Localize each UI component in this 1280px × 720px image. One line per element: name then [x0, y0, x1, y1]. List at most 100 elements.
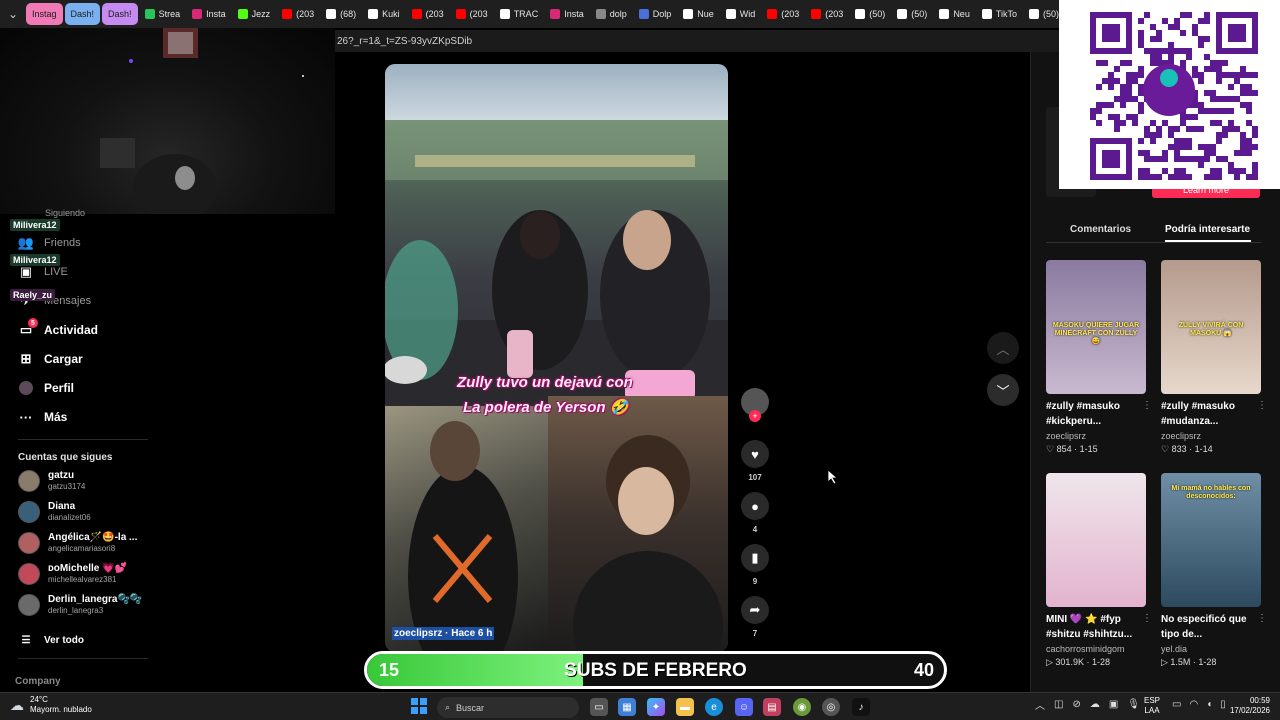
qr-module: [1096, 84, 1102, 90]
suggested-video-card[interactable]: ZULLY VIVIRÁ CON MASOKU 😱 #zully #masuko …: [1161, 260, 1267, 455]
suggested-video-card[interactable]: Mi mamá no hables con desconocidos: No es…: [1161, 473, 1267, 668]
browser-tab[interactable]: Neu: [934, 3, 975, 25]
clock[interactable]: 00:59 17/02/2026: [1224, 696, 1270, 716]
task-view-icon[interactable]: ▭: [590, 698, 608, 716]
share-button[interactable]: ➦ 7: [738, 596, 772, 638]
suggested-video-card[interactable]: MINI 💜 ⭐ #fyp #shitzu #shihtzu... ⋮ cachor…: [1046, 473, 1152, 668]
app-tray-icon[interactable]: ☁: [1090, 699, 1100, 710]
sidebar-item-friends[interactable]: 👥 Friends: [18, 235, 81, 251]
card-author[interactable]: zoeclipsrz: [1161, 431, 1261, 441]
video-player[interactable]: Zully tuvo un dejavú con La polera de Ye…: [385, 64, 728, 652]
more-options-icon[interactable]: ⋮: [1257, 400, 1267, 411]
browser-tab[interactable]: (203: [451, 3, 493, 25]
author-avatar-button[interactable]: +: [738, 388, 772, 422]
heart-icon: ♥: [741, 440, 769, 468]
following-account[interactable]: ᴅᴏMichelle 💗💕 michellealvarez381: [18, 563, 127, 585]
video-thumbnail[interactable]: [1046, 473, 1146, 607]
account-handle: michellealvarez381: [48, 575, 117, 584]
browser-tab[interactable]: (203: [762, 3, 804, 25]
app-icon[interactable]: ◉: [793, 698, 811, 716]
thumbnail-caption: Mi mamá no hables con desconocidos:: [1171, 485, 1251, 500]
browser-tab[interactable]: Dolp: [634, 3, 677, 25]
browser-tab[interactable]: TikTo: [977, 3, 1022, 25]
video-thumbnail[interactable]: ZULLY VIVIRÁ CON MASOKU 😱: [1161, 260, 1261, 394]
edge-icon[interactable]: e: [705, 698, 723, 716]
quick-settings[interactable]: ▭ ◠ ◖ ▯: [1172, 699, 1226, 710]
like-button[interactable]: ♥ 107: [738, 440, 772, 482]
browser-tab[interactable]: Wid: [721, 3, 761, 25]
browser-tab[interactable]: (203: [806, 3, 848, 25]
sidebar-item-profile[interactable]: Perfil: [18, 380, 74, 396]
follow-plus-icon[interactable]: +: [749, 410, 761, 422]
browser-icon[interactable]: ▤: [763, 698, 781, 716]
qr-module: [1228, 168, 1234, 174]
tab-group[interactable]: Dash!: [64, 3, 101, 25]
following-account[interactable]: Angélica🪄🤩-la ... angelicamariasori8: [18, 532, 137, 554]
store-icon[interactable]: ▦: [618, 698, 636, 716]
tiktok-icon[interactable]: ♪: [852, 698, 870, 716]
card-author[interactable]: cachorrosminidgom: [1046, 644, 1146, 654]
browser-tab[interactable]: Nue: [678, 3, 719, 25]
following-account[interactable]: gatzu gatzu3174: [18, 470, 85, 492]
browser-tab[interactable]: (203: [277, 3, 319, 25]
more-options-icon[interactable]: ⋮: [1142, 400, 1152, 411]
copilot-icon[interactable]: ✦: [647, 698, 665, 716]
following-account[interactable]: Derlin_lanegra🫧🫧 derlin_lanegra3: [18, 594, 142, 616]
browser-tab[interactable]: Insta: [187, 3, 231, 25]
following-account[interactable]: Diana dianalizet06: [18, 501, 91, 523]
browser-tab[interactable]: (68): [321, 3, 361, 25]
mic-icon[interactable]: 🎙: [1127, 699, 1140, 710]
more-options-icon[interactable]: ⋮: [1257, 613, 1267, 624]
browser-tab[interactable]: TRAC: [495, 3, 544, 25]
save-button[interactable]: ▮ 9: [738, 544, 772, 586]
browser-tab[interactable]: Jezz: [233, 3, 276, 25]
sidebar-item-upload[interactable]: ⊞ Cargar: [18, 351, 83, 367]
app-tray-icon[interactable]: ▣: [1109, 699, 1118, 710]
weather-widget[interactable]: ☁ 24°C Mayorm. nublado: [10, 695, 92, 715]
sidebar-item-more[interactable]: ··· Más: [18, 409, 68, 425]
windows-start-icon[interactable]: [411, 698, 427, 714]
browser-tab[interactable]: (203: [407, 3, 449, 25]
browser-tab[interactable]: Insta: [545, 3, 589, 25]
see-all-link[interactable]: ☰ Ver todo: [18, 632, 85, 648]
more-dots-icon: ···: [19, 409, 33, 425]
app-tray-icon[interactable]: ◫: [1054, 699, 1063, 710]
video-thumbnail[interactable]: Mi mamá no hables con desconocidos:: [1161, 473, 1261, 607]
file-explorer-icon[interactable]: ▬: [676, 698, 694, 716]
address-bar[interactable]: 26?_r=1&_t=ZS-93yvZKpSDib: [335, 30, 1060, 52]
browser-tab[interactable]: (50): [892, 3, 932, 25]
browser-tab[interactable]: Strea: [140, 3, 186, 25]
sidebar-item-label: Perfil: [44, 381, 75, 395]
sidebar-item-following[interactable]: Siguiendo: [45, 208, 85, 218]
video-author-meta[interactable]: zoeclipsrz · Hace 6 h: [392, 627, 495, 640]
tab-search-chevron-icon[interactable]: ⌄: [0, 0, 26, 28]
discord-icon[interactable]: ☺: [735, 698, 753, 716]
tab-group[interactable]: Dash!: [102, 3, 138, 25]
chevron-up-icon[interactable]: ︿: [1035, 697, 1045, 712]
browser-tab[interactable]: (50): [850, 3, 890, 25]
company-link[interactable]: Company: [15, 676, 61, 687]
more-options-icon[interactable]: ⋮: [1142, 613, 1152, 624]
qr-finder-core: [1102, 24, 1120, 42]
previous-video-button[interactable]: ︿: [987, 332, 1019, 364]
tab-suggested[interactable]: Podría interesarte: [1165, 224, 1250, 235]
browser-tab[interactable]: (50): [1024, 3, 1064, 25]
language-indicator[interactable]: ESP LAA: [1144, 696, 1160, 716]
comment-button[interactable]: ● 4: [738, 492, 772, 534]
suggested-video-card[interactable]: MASOKU QUIERE JUGAR MINECRAFT CON ZULLY …: [1046, 260, 1152, 455]
tab-group[interactable]: Instag: [26, 3, 63, 25]
taskbar-search[interactable]: ⌕ Buscar: [437, 697, 579, 718]
app-icon[interactable]: ◎: [822, 698, 840, 716]
video-thumbnail[interactable]: MASOKU QUIERE JUGAR MINECRAFT CON ZULLY …: [1046, 260, 1146, 394]
browser-tab[interactable]: Kuki: [363, 3, 405, 25]
app-tray-icon[interactable]: ⊘: [1072, 699, 1080, 710]
tab-comments[interactable]: Comentarios: [1070, 224, 1131, 235]
qr-module: [1222, 132, 1228, 138]
qr-module: [1204, 144, 1210, 150]
card-author[interactable]: yel.dia: [1161, 644, 1261, 654]
browser-tab[interactable]: dolp: [591, 3, 632, 25]
card-author[interactable]: zoeclipsrz: [1046, 431, 1146, 441]
sidebar-item-live[interactable]: ▣ LIVE: [18, 264, 68, 280]
next-video-button[interactable]: ﹀: [987, 374, 1019, 406]
sidebar-item-activity[interactable]: ▭ 5 Actividad: [18, 318, 98, 338]
